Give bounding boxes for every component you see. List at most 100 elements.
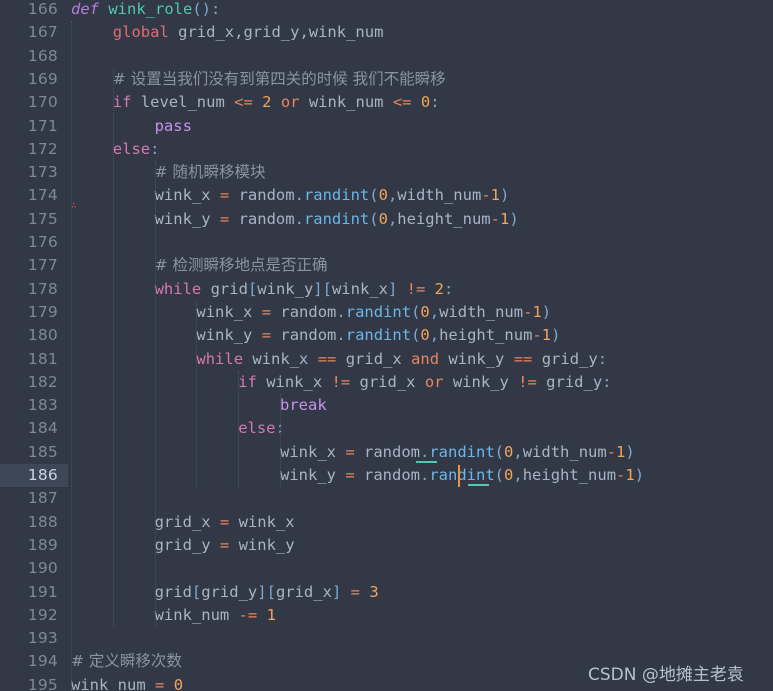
code-line[interactable]: while wink_x == grid_x and wink_y == gri… <box>196 348 607 371</box>
code-token: 0 <box>420 302 430 321</box>
code-token: , <box>387 186 398 205</box>
line-number[interactable]: 177 <box>0 254 58 277</box>
code-line[interactable]: wink_x = random.randint(0,width_num-1) <box>155 184 510 207</box>
code-line[interactable]: global grid_x,grid_y,wink_num <box>113 21 384 44</box>
code-token: grid <box>201 279 248 298</box>
code-token: or <box>280 93 300 112</box>
code-token: 1 <box>499 209 510 228</box>
line-number[interactable]: 185 <box>0 441 58 464</box>
code-token: width_num <box>397 186 482 205</box>
code-line[interactable]: while grid[wink_y][wink_x] != 2: <box>155 278 454 301</box>
code-token: randint <box>303 209 370 228</box>
line-number[interactable]: 172 <box>0 138 58 161</box>
code-line[interactable]: wink_num = 0 <box>71 674 183 691</box>
code-line[interactable]: if wink_x != grid_x or wink_y != grid_y: <box>238 371 611 394</box>
line-number[interactable]: 193 <box>0 627 58 650</box>
code-token: - <box>481 186 491 205</box>
code-token: ( <box>494 442 505 461</box>
code-line[interactable]: # 检测瞬移地点是否正确 <box>155 254 328 277</box>
code-line[interactable]: pass <box>155 115 192 138</box>
code-line[interactable]: break <box>280 394 327 417</box>
line-number[interactable]: 169 <box>0 68 58 91</box>
line-number[interactable]: 191 <box>0 581 58 604</box>
code-token: 0 <box>420 93 431 112</box>
line-number[interactable]: 168 <box>0 45 58 68</box>
code-token: != <box>518 372 537 391</box>
code-token: def <box>71 0 99 18</box>
code-token: , <box>513 466 523 484</box>
line-number[interactable]: 170 <box>0 91 58 114</box>
code-token: == <box>317 349 337 368</box>
code-line[interactable]: wink_x = random.randint(0,width_num-1) <box>196 301 551 324</box>
code-line[interactable]: grid_y = wink_y <box>155 534 295 557</box>
code-line[interactable]: wink_x = random.randint(0,width_num-1) <box>280 441 635 464</box>
code-token: global <box>112 23 169 42</box>
code-token: . <box>420 466 430 484</box>
code-token: wink_x <box>196 302 262 321</box>
code-token: wink_x <box>243 349 318 368</box>
line-number[interactable]: 181 <box>0 348 58 371</box>
code-line[interactable]: wink_y = random.randint(0,height_num-1) <box>280 464 644 487</box>
code-token: != <box>331 372 351 391</box>
line-number[interactable]: 173 <box>0 161 58 184</box>
line-number[interactable]: 190 <box>0 557 58 580</box>
line-number[interactable]: 183 <box>0 394 58 417</box>
code-line[interactable]: # 设置当我们没有到第四关的时候 我们不能瞬移 <box>113 68 446 91</box>
code-token: 2 <box>434 279 444 298</box>
code-line[interactable]: wink_y = random.randint(0,height_num-1) <box>196 324 560 347</box>
text-cursor <box>457 465 461 488</box>
code-token: = <box>219 535 230 554</box>
line-number[interactable]: 184 <box>0 417 58 440</box>
code-token: grid_x <box>275 582 332 601</box>
line-number[interactable]: 167 <box>0 21 58 44</box>
code-line[interactable]: # 定义瞬移次数 <box>71 650 182 673</box>
code-token: () <box>192 0 212 18</box>
line-number[interactable]: 179 <box>0 301 58 324</box>
code-line[interactable]: def wink_role(): <box>71 0 220 21</box>
code-line[interactable]: wink_num -= 1 <box>155 604 276 627</box>
code-token: wink_y <box>229 535 295 554</box>
code-token: height_num <box>439 326 533 345</box>
line-number[interactable]: 189 <box>0 534 58 557</box>
line-number-active[interactable]: 186 <box>0 464 68 488</box>
code-line[interactable]: wink_y = random.randint(0,height_num-1) <box>155 208 519 231</box>
code-token: . <box>420 442 430 461</box>
token-underline <box>468 484 489 486</box>
line-number[interactable]: 174 <box>0 184 58 207</box>
line-number[interactable]: 178 <box>0 278 58 301</box>
code-line[interactable]: if level_num <= 2 or wink_num <= 0: <box>113 91 440 114</box>
line-number[interactable]: 180 <box>0 324 58 347</box>
code-line[interactable]: # 随机瞬移模块 <box>155 161 266 184</box>
code-line[interactable]: else: <box>113 138 160 161</box>
code-token: wink_x <box>229 512 295 531</box>
code-token: = <box>345 442 355 461</box>
line-number[interactable]: 175 <box>0 208 58 231</box>
code-token: grid_x <box>336 349 412 368</box>
csdn-watermark: CSDN @地摊主老袁 <box>588 665 744 685</box>
line-number[interactable]: 192 <box>0 604 58 627</box>
code-token: 1 <box>616 442 626 461</box>
code-token: ( <box>411 326 421 345</box>
line-number[interactable]: 188 <box>0 511 58 534</box>
code-token: grid_y <box>532 349 598 368</box>
code-content-area[interactable]: def wink_role(): global grid_x,grid_y,win… <box>68 0 773 691</box>
code-editor[interactable]: 166 167 168 169 170 171 172 173 174 175 176 177 178 1… <box>0 0 773 691</box>
code-line[interactable]: grid_x = wink_x <box>155 511 295 534</box>
code-token: = <box>219 209 230 228</box>
line-number[interactable]: 195 <box>0 674 58 691</box>
line-number[interactable]: 194 <box>0 650 58 673</box>
code-token: wink_y <box>443 372 519 391</box>
code-line[interactable]: else: <box>238 417 285 440</box>
line-number[interactable]: 176 <box>0 231 58 254</box>
line-number[interactable]: 166 <box>0 0 58 21</box>
code-token: ( <box>411 302 421 321</box>
line-number[interactable]: 187 <box>0 487 58 510</box>
line-number[interactable]: 182 <box>0 371 58 394</box>
code-token: randint <box>345 326 412 345</box>
code-token: ] <box>387 279 398 298</box>
line-number[interactable]: 171 <box>0 115 58 138</box>
code-line[interactable]: grid[grid_y][grid_x] = 3 <box>155 581 379 604</box>
code-token: : <box>597 349 608 368</box>
